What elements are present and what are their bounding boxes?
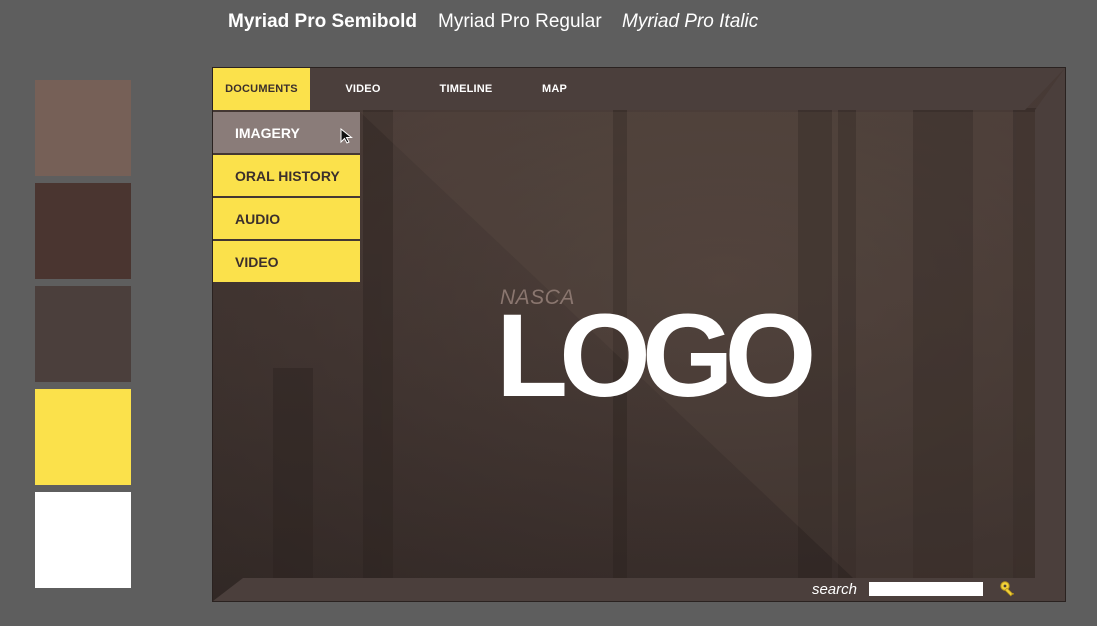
swatch-yellow xyxy=(35,389,131,485)
logo-text: LOGO xyxy=(496,290,816,422)
search-label: search xyxy=(811,581,857,598)
website-mockup: DOCUMENTS VIDEO TIMELINE MAP IMAGERY ORA… xyxy=(212,67,1066,602)
dropdown-item-label: ORAL HISTORY xyxy=(235,167,340,184)
dropdown-item-label: AUDIO xyxy=(235,210,281,227)
dropdown-item-audio[interactable]: AUDIO xyxy=(213,198,360,239)
search-input[interactable] xyxy=(869,582,983,596)
dropdown-item-oral-history[interactable]: ORAL HISTORY xyxy=(213,155,360,196)
swatch-tan xyxy=(35,80,131,176)
swatch-dark-brown xyxy=(35,183,131,279)
footer-bar: search xyxy=(213,577,1065,601)
font-sample-regular: Myriad Pro Regular xyxy=(438,11,602,32)
swatch-white xyxy=(35,492,131,588)
tab-timeline[interactable]: TIMELINE xyxy=(416,68,516,110)
key-search-icon[interactable] xyxy=(999,580,1017,598)
dropdown-item-video[interactable]: VIDEO xyxy=(213,241,360,282)
color-palette xyxy=(35,80,131,595)
font-sample-italic: Myriad Pro Italic xyxy=(622,11,759,32)
arrow-cursor-icon xyxy=(340,128,353,144)
dropdown-item-label: IMAGERY xyxy=(235,124,300,141)
font-sample-semibold: Myriad Pro Semibold xyxy=(228,11,417,32)
tab-map[interactable]: MAP xyxy=(516,68,593,110)
dropdown-item-label: VIDEO xyxy=(235,253,279,270)
swatch-brown-gray xyxy=(35,286,131,382)
font-samples: Myriad Pro Semibold Myriad Pro Regular M… xyxy=(228,8,758,36)
site-logo[interactable]: NASCA LOGO xyxy=(496,286,820,415)
documents-dropdown: IMAGERY ORAL HISTORY AUDIO VIDEO xyxy=(213,112,360,284)
tab-documents[interactable]: DOCUMENTS xyxy=(213,68,310,110)
tab-video[interactable]: VIDEO xyxy=(310,68,416,110)
main-nav: DOCUMENTS VIDEO TIMELINE MAP xyxy=(213,68,593,110)
dropdown-item-imagery[interactable]: IMAGERY xyxy=(213,112,360,153)
